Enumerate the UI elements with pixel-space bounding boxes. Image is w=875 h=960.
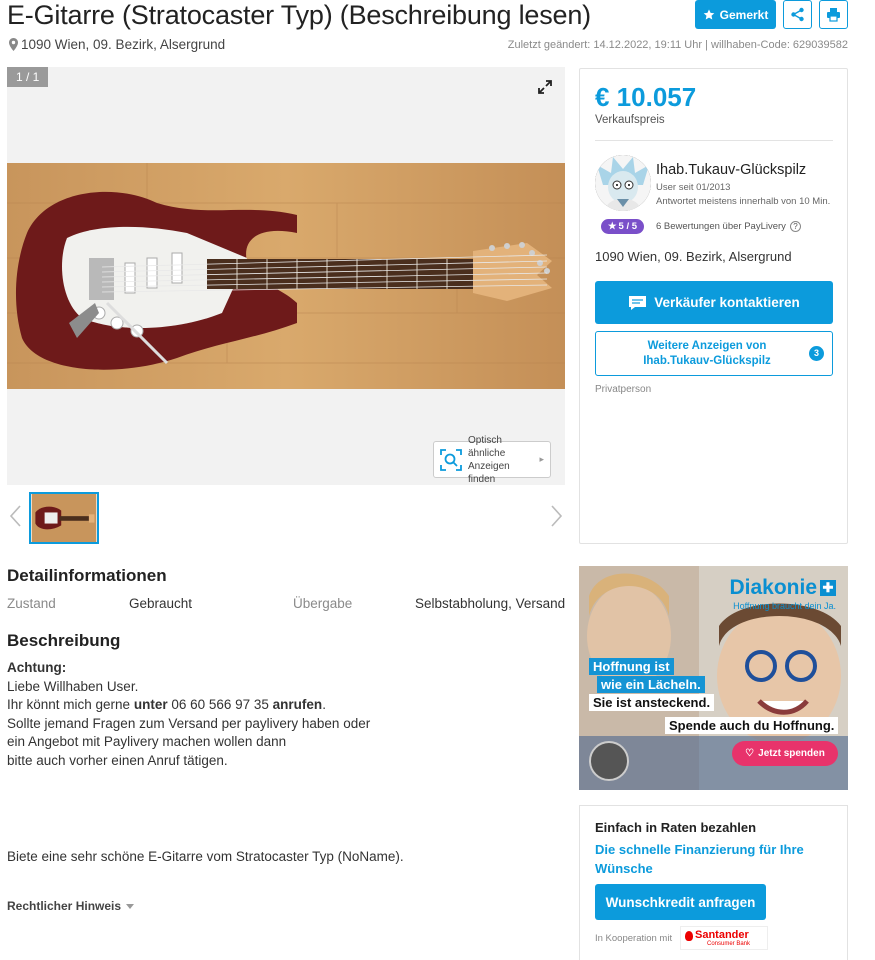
similar-line1: Optisch ähnliche — [468, 434, 506, 459]
desc-line1: Liebe Willhaben User. — [7, 678, 139, 694]
thumbnail-strip — [7, 490, 565, 546]
desc-line2e: . — [322, 697, 326, 712]
chevron-right-icon: ▸ — [539, 454, 544, 464]
zustand-value: Gebraucht — [129, 596, 193, 611]
gemerkt-label: Gemerkt — [719, 7, 769, 22]
details-heading: Detailinformationen — [7, 566, 167, 585]
ad-tagline: Hoffnung braucht dein Ja. — [733, 601, 836, 611]
partner-sub: Consumer Bank — [707, 941, 751, 947]
desc-line3: Sollte jemand Fragen zum Versand per pay… — [7, 715, 371, 731]
description-heading: Beschreibung — [7, 631, 121, 650]
loan-request-button[interactable]: Wunschkredit anfragen — [595, 884, 766, 920]
diakonie-logo: Diakonie ✚ — [729, 576, 836, 600]
ad-line2: wie ein Lächeln. — [597, 676, 705, 693]
share-icon — [791, 7, 804, 22]
loan-title: Einfach in Raten bezahlen — [595, 820, 757, 835]
desc-line2d: anrufen — [272, 697, 323, 712]
zustand-label: Zustand — [7, 596, 56, 611]
donate-label: Jetzt spenden — [758, 748, 825, 759]
listing-meta: Zuletzt geändert: 14.12.2022, 19:11 Uhr … — [507, 39, 848, 51]
rating-value: 5 / 5 — [618, 221, 638, 232]
uebergabe-label: Übergabe — [293, 596, 353, 611]
next-image-icon[interactable] — [548, 504, 564, 528]
desc-line2a: Ihr könnt mich gerne — [7, 697, 134, 712]
image-counter: 1 / 1 — [7, 67, 49, 87]
desc-line5: bitte auch vorher einen Anruf tätigen. — [7, 752, 228, 768]
similar-ads-button[interactable]: Optisch ähnliche Anzeigen finden ▸ — [433, 435, 551, 485]
image-gallery[interactable]: 1 / 1 Optisch ähnliche Anzeigen finden ▸ — [7, 67, 565, 485]
legal-label: Rechtlicher Hinweis — [7, 899, 122, 913]
location: 1090 Wien, 09. Bezirk, Alsergrund — [9, 37, 225, 52]
gemerkt-button[interactable]: Gemerkt — [695, 0, 776, 29]
donate-button[interactable]: ♡ Jetzt spenden — [732, 741, 838, 766]
avatar[interactable] — [595, 155, 651, 211]
flame-icon — [685, 931, 693, 941]
santander-logo: Santander Consumer Bank — [680, 926, 768, 950]
similar-line2: Anzeigen finden — [468, 460, 510, 485]
desc-line4: ein Angebot mit Paylivery machen wollen … — [7, 734, 287, 749]
seller-name[interactable]: Ihab.Tukauv-Glückspilz — [656, 162, 806, 178]
loan-box: Einfach in Raten bezahlen Die schnelle F… — [579, 805, 848, 960]
caret-down-icon — [126, 903, 135, 909]
seller-type: Privatperson — [595, 384, 652, 395]
ad-line3: Sie ist ansteckend. — [589, 694, 715, 711]
desc-line2b: unter — [133, 697, 168, 712]
ad-banner[interactable]: Diakonie ✚ Hoffnung braucht dein Ja. Hof… — [579, 566, 848, 790]
thumbnail[interactable] — [29, 492, 99, 544]
seller-since: User seit 01/2013 — [656, 182, 731, 193]
thumbnail-image — [31, 494, 97, 542]
expand-icon[interactable] — [537, 79, 553, 95]
star-icon: ★ — [607, 221, 617, 232]
legal-notice-toggle[interactable]: Rechtlicher Hinweis — [7, 899, 135, 913]
ad-line4: Spende auch du Hoffnung. — [665, 717, 839, 734]
description-text: Achtung: Liebe Willhaben User. Ihr könnt… — [7, 659, 567, 770]
ratings-info: 6 Bewertungen über PayLivery ? — [656, 221, 801, 232]
more-count-badge: 3 — [809, 346, 824, 361]
rating-badge: ★ 5 / 5 — [601, 219, 644, 234]
cooperation-label: In Kooperation mit — [595, 933, 673, 944]
loan-subtitle[interactable]: Die schnelle Finanzierung für Ihre Wünsc… — [595, 840, 825, 878]
achtung: Achtung: — [7, 660, 67, 675]
more-ads-button[interactable]: Weitere Anzeigen von Ihab.Tukauv-Glücksp… — [595, 331, 833, 376]
star-icon — [703, 9, 714, 19]
prev-image-icon[interactable] — [8, 504, 24, 528]
price-label: Verkaufspreis — [595, 114, 665, 126]
print-button[interactable] — [819, 0, 848, 29]
description-extra: Biete eine sehr schöne E-Gitarre vom Str… — [7, 849, 404, 864]
page-title: E-Gitarre (Stratocaster Typ) (Beschreibu… — [7, 0, 591, 30]
share-button[interactable] — [783, 0, 812, 29]
donation-seal-icon — [589, 741, 629, 781]
help-icon[interactable]: ? — [789, 221, 801, 232]
contact-label: Verkäufer kontaktieren — [654, 295, 800, 310]
price: € 10.057 — [595, 82, 697, 112]
more-label: Weitere Anzeigen von Ihab.Tukauv-Glücksp… — [643, 340, 771, 367]
heart-icon: ♡ — [745, 748, 755, 759]
ratings-text: 6 Bewertungen über PayLivery — [656, 221, 786, 232]
ad-line1: Hoffnung ist — [589, 658, 674, 675]
seller-response: Antwortet meistens innerhalb von 10 Min. — [656, 196, 831, 207]
location-text: 1090 Wien, 09. Bezirk, Alsergrund — [21, 37, 226, 52]
desc-line2c: 06 60 566 97 35 — [167, 697, 273, 712]
ad-brand: Diakonie — [729, 576, 817, 599]
message-icon — [629, 295, 647, 310]
guitar-photo[interactable] — [7, 163, 565, 389]
partner-name: Santander — [695, 929, 749, 941]
avatar-image — [595, 155, 651, 211]
seller-box: € 10.057 Verkaufspreis Ihab.Tukauv-Glück… — [579, 68, 848, 544]
visual-search-icon — [440, 448, 462, 471]
uebergabe-value: Selbstabholung, Versand — [415, 596, 566, 611]
seller-location: 1090 Wien, 09. Bezirk, Alsergrund — [595, 249, 792, 264]
divider — [595, 140, 833, 141]
location-pin-icon — [9, 38, 18, 51]
contact-seller-button[interactable]: Verkäufer kontaktieren — [595, 281, 833, 324]
print-icon — [827, 8, 840, 22]
cross-icon: ✚ — [820, 580, 836, 596]
